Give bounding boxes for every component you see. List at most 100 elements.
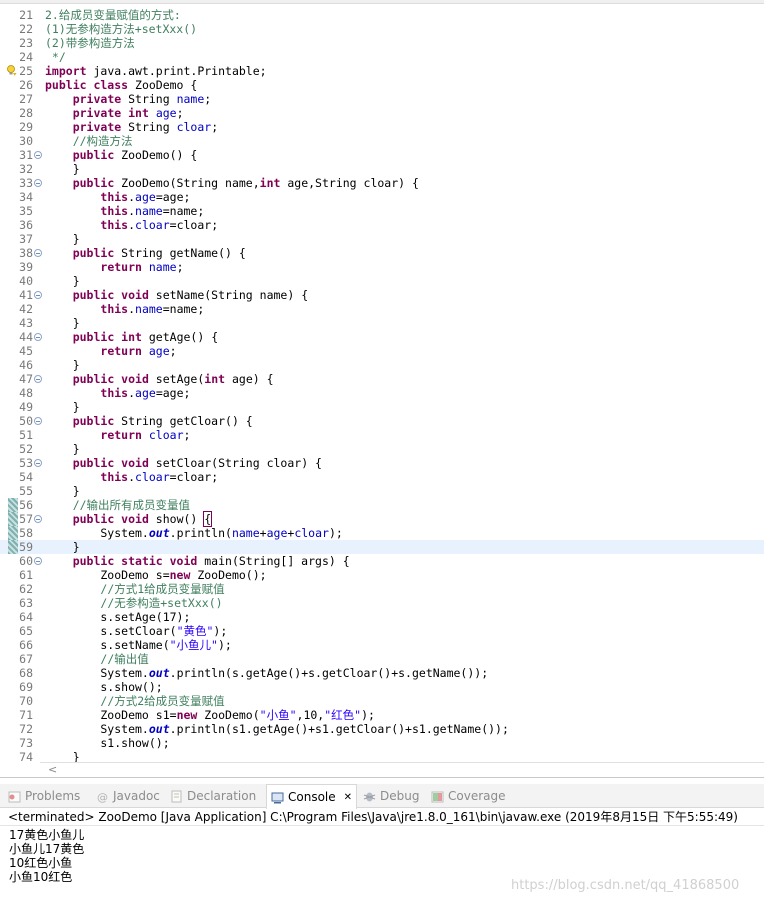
- code-line[interactable]: 31 public ZooDemo() {: [0, 148, 764, 162]
- code-line[interactable]: 61 ZooDemo s=new ZooDemo();: [0, 568, 764, 582]
- code-text[interactable]: public String getCloar() {: [45, 414, 253, 428]
- code-text[interactable]: 2.给成员变量赋值的方式:: [45, 8, 181, 22]
- code-text[interactable]: private String cloar;: [45, 120, 218, 134]
- code-text[interactable]: s1.show();: [45, 736, 169, 750]
- code-line[interactable]: 65 s.setCloar("黄色");: [0, 624, 764, 638]
- code-line[interactable]: 32 }: [0, 162, 764, 176]
- code-line[interactable]: 64 s.setAge(17);: [0, 610, 764, 624]
- code-text[interactable]: System.out.println(s.getAge()+s.getCloar…: [45, 666, 488, 680]
- fold-toggle-icon[interactable]: [34, 515, 42, 523]
- code-line[interactable]: 27 private String name;: [0, 92, 764, 106]
- code-text[interactable]: //输出值: [45, 652, 148, 666]
- code-text[interactable]: s.setAge(17);: [45, 610, 190, 624]
- tab-declaration[interactable]: Declaration: [170, 784, 256, 808]
- code-text[interactable]: public String getName() {: [45, 246, 246, 260]
- code-text[interactable]: return age;: [45, 344, 176, 358]
- code-line[interactable]: 38 public String getName() {: [0, 246, 764, 260]
- code-line[interactable]: 40 }: [0, 274, 764, 288]
- code-text[interactable]: //构造方法: [45, 134, 133, 148]
- code-line[interactable]: 68 System.out.println(s.getAge()+s.getCl…: [0, 666, 764, 680]
- code-text[interactable]: public void setCloar(String cloar) {: [45, 456, 322, 470]
- code-text[interactable]: s.setName("小鱼儿");: [45, 638, 231, 652]
- code-line[interactable]: 54 this.cloar=cloar;: [0, 470, 764, 484]
- code-text[interactable]: public ZooDemo(String name,int age,Strin…: [45, 176, 419, 190]
- code-line[interactable]: 41 public void setName(String name) {: [0, 288, 764, 302]
- code-line[interactable]: 51 return cloar;: [0, 428, 764, 442]
- code-line[interactable]: 45 return age;: [0, 344, 764, 358]
- code-text[interactable]: private int age;: [45, 106, 184, 120]
- code-text[interactable]: public class ZooDemo {: [45, 78, 197, 92]
- code-text[interactable]: ZooDemo s=new ZooDemo();: [45, 568, 266, 582]
- code-line[interactable]: 35 this.name=name;: [0, 204, 764, 218]
- code-line[interactable]: 49 }: [0, 400, 764, 414]
- code-line[interactable]: 33 public ZooDemo(String name,int age,St…: [0, 176, 764, 190]
- tab-javadoc[interactable]: @ Javadoc: [96, 784, 160, 808]
- code-text[interactable]: private String name;: [45, 92, 212, 106]
- code-text[interactable]: //输出所有成员变量值: [45, 498, 190, 512]
- code-line[interactable]: 29 private String cloar;: [0, 120, 764, 134]
- code-line[interactable]: 43 }: [0, 316, 764, 330]
- code-text[interactable]: System.out.println(s1.getAge()+s1.getClo…: [45, 722, 509, 736]
- code-line[interactable]: 57 public void show() {: [0, 511, 764, 527]
- code-line[interactable]: 36 this.cloar=cloar;: [0, 218, 764, 232]
- code-text[interactable]: //方式2给成员变量赋值: [45, 694, 224, 708]
- tab-console[interactable]: Console ✕: [266, 784, 358, 809]
- fold-toggle-icon[interactable]: [34, 459, 42, 467]
- code-text[interactable]: }: [45, 484, 80, 498]
- code-line[interactable]: 42 this.name=name;: [0, 302, 764, 316]
- fold-toggle-icon[interactable]: [34, 417, 42, 425]
- code-line[interactable]: 37 }: [0, 232, 764, 246]
- code-text[interactable]: }: [45, 162, 80, 176]
- code-line[interactable]: 39 return name;: [0, 260, 764, 274]
- code-line[interactable]: 52 }: [0, 442, 764, 456]
- code-line[interactable]: 58 System.out.println(name+age+cloar);: [0, 526, 764, 540]
- code-line[interactable]: 70 //方式2给成员变量赋值: [0, 694, 764, 708]
- code-text[interactable]: s.show();: [45, 680, 162, 694]
- fold-toggle-icon[interactable]: [34, 151, 42, 159]
- fold-toggle-icon[interactable]: [34, 333, 42, 341]
- code-line[interactable]: 63 //无参构造+setXxx(): [0, 596, 764, 610]
- fold-toggle-icon[interactable]: [34, 179, 42, 187]
- code-line[interactable]: 60 public static void main(String[] args…: [0, 554, 764, 568]
- code-text[interactable]: System.out.println(name+age+cloar);: [45, 526, 342, 540]
- code-text[interactable]: s.setCloar("黄色");: [45, 624, 227, 638]
- horizontal-scrollbar[interactable]: <: [40, 762, 764, 776]
- close-tab-icon[interactable]: ✕: [344, 792, 352, 803]
- code-line[interactable]: 24 */: [0, 50, 764, 64]
- code-line[interactable]: 23 (2)带参构造方法: [0, 36, 764, 50]
- code-text[interactable]: this.age=age;: [45, 190, 190, 204]
- code-line[interactable]: 73 s1.show();: [0, 736, 764, 750]
- code-text[interactable]: //方式1给成员变量赋值: [45, 582, 224, 596]
- code-text[interactable]: }: [45, 316, 80, 330]
- code-line[interactable]: 30 //构造方法: [0, 134, 764, 148]
- code-text[interactable]: (2)带参构造方法: [45, 36, 135, 50]
- fold-toggle-icon[interactable]: [34, 375, 42, 383]
- fold-toggle-icon[interactable]: [34, 557, 42, 565]
- code-line[interactable]: 34 this.age=age;: [0, 190, 764, 204]
- code-text[interactable]: return name;: [45, 260, 183, 274]
- code-line[interactable]: 53 public void setCloar(String cloar) {: [0, 456, 764, 470]
- code-line[interactable]: 69 s.show();: [0, 680, 764, 694]
- code-text[interactable]: public static void main(String[] args) {: [45, 554, 350, 568]
- code-line[interactable]: 21 2.给成员变量赋值的方式:: [0, 8, 764, 22]
- fold-toggle-icon[interactable]: [34, 291, 42, 299]
- code-line[interactable]: 67 //输出值: [0, 652, 764, 666]
- code-text[interactable]: return cloar;: [45, 428, 190, 442]
- code-text[interactable]: this.cloar=cloar;: [45, 470, 218, 484]
- tab-debug[interactable]: Debug: [363, 784, 419, 808]
- code-line[interactable]: 44 public int getAge() {: [0, 330, 764, 344]
- code-line[interactable]: 59 }: [0, 540, 764, 554]
- code-text[interactable]: this.name=name;: [45, 204, 204, 218]
- code-line[interactable]: 46 }: [0, 358, 764, 372]
- code-line[interactable]: 47 public void setAge(int age) {: [0, 372, 764, 386]
- code-line[interactable]: 66 s.setName("小鱼儿");: [0, 638, 764, 652]
- code-line[interactable]: 50 public String getCloar() {: [0, 414, 764, 428]
- code-text[interactable]: public int getAge() {: [45, 330, 218, 344]
- tab-problems[interactable]: Problems: [8, 784, 80, 808]
- code-text[interactable]: this.cloar=cloar;: [45, 218, 218, 232]
- code-text[interactable]: }: [45, 400, 80, 414]
- code-line[interactable]: 72 System.out.println(s1.getAge()+s1.get…: [0, 722, 764, 736]
- code-text[interactable]: this.name=name;: [45, 302, 204, 316]
- code-line[interactable]: 71 ZooDemo s1=new ZooDemo("小鱼",10,"红色");: [0, 708, 764, 722]
- code-text[interactable]: */: [45, 50, 66, 64]
